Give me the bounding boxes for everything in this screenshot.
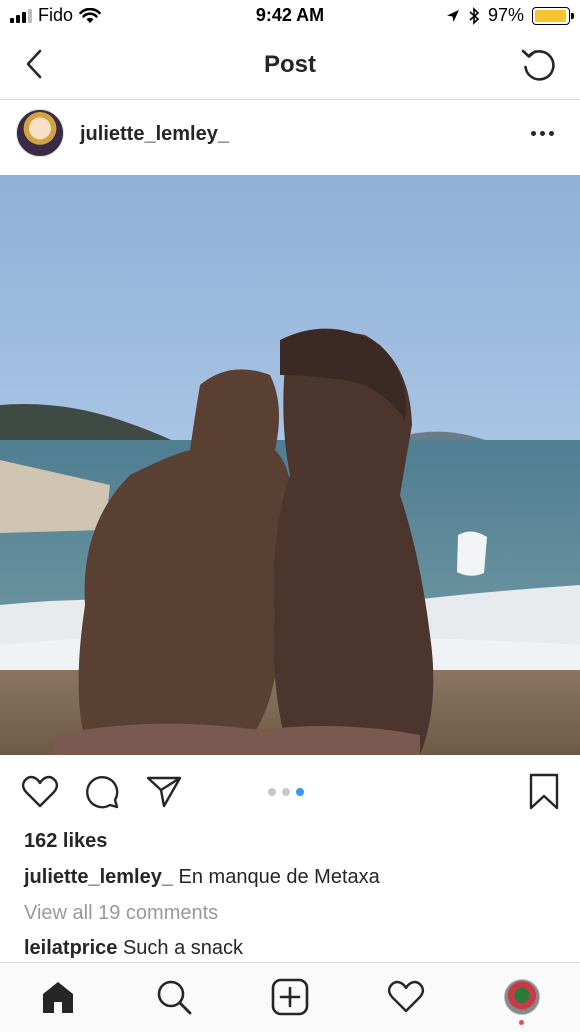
tab-profile-avatar[interactable] (504, 979, 540, 1015)
save-button[interactable] (524, 772, 564, 812)
chevron-left-icon (26, 49, 42, 79)
caption-username[interactable]: juliette_lemley_ (24, 866, 173, 888)
status-bar: Fido 9:42 AM 97% (0, 0, 580, 32)
bookmark-icon (529, 773, 559, 810)
likes-count[interactable]: 162 likes (24, 830, 107, 853)
tab-search[interactable] (154, 977, 194, 1017)
like-button[interactable] (20, 772, 60, 812)
add-post-icon (271, 978, 309, 1016)
status-right: 97% (446, 5, 574, 26)
refresh-icon (521, 49, 555, 81)
send-icon (146, 776, 182, 808)
comment-text: Such a snack (122, 937, 244, 959)
tab-bar (0, 962, 580, 1032)
post-header: juliette_lemley_ (0, 101, 580, 175)
post-photo[interactable] (0, 175, 580, 755)
battery-icon (532, 6, 574, 25)
location-arrow-icon (446, 9, 459, 22)
comment-icon (86, 776, 119, 809)
tab-activity[interactable] (386, 977, 426, 1017)
carousel-indicator (268, 788, 304, 796)
post-photo-image (0, 175, 580, 755)
back-button[interactable] (14, 44, 54, 84)
refresh-button[interactable] (518, 44, 560, 86)
post-caption: juliette_lemley_ En manque de Metaxa (24, 866, 380, 889)
battery-percent: 97% (487, 5, 524, 25)
carousel-dot-active (296, 788, 304, 796)
caption-text: En manque de Metaxa (178, 866, 380, 888)
author-avatar[interactable] (16, 109, 64, 157)
battery-fill (535, 9, 567, 22)
carousel-dot (268, 788, 276, 796)
activity-heart-icon (387, 980, 425, 1013)
tab-home[interactable] (38, 977, 78, 1017)
notification-dot (519, 1020, 524, 1025)
page-title: Post (263, 51, 316, 78)
home-icon (43, 982, 73, 1013)
bluetooth-icon (469, 6, 480, 25)
comment-item: leilatprice Such a snack (24, 937, 243, 960)
search-icon (157, 980, 192, 1015)
view-all-comments-link[interactable]: View all 19 comments (24, 902, 218, 925)
nav-header: Post (0, 32, 580, 100)
heart-icon (21, 775, 59, 808)
tab-new-post[interactable] (270, 977, 310, 1017)
post-actions (0, 760, 580, 824)
carousel-dot (282, 788, 290, 796)
comment-username[interactable]: leilatprice (24, 937, 117, 959)
comment-button[interactable] (82, 772, 122, 812)
more-options-button[interactable] (524, 119, 560, 147)
author-username[interactable]: juliette_lemley_ (80, 123, 229, 146)
share-button[interactable] (144, 772, 184, 812)
more-horizontal-icon (530, 130, 536, 136)
